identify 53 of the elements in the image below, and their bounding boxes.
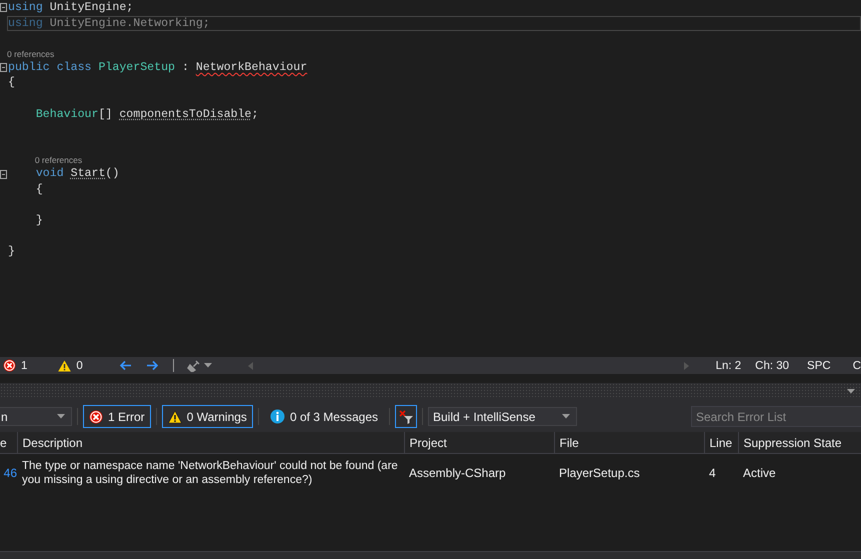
build-source-dropdown[interactable]: Build + IntelliSense — [428, 407, 577, 426]
error-filter-button[interactable]: 1 Error — [83, 405, 151, 428]
filter-toggle-button[interactable] — [395, 405, 417, 428]
back-arrow-icon[interactable] — [118, 360, 132, 371]
column-header[interactable]: Project — [404, 432, 554, 454]
table-cell: Assembly-CSharp — [404, 454, 554, 487]
warning-filter-button[interactable]: 0 Warnings — [162, 405, 253, 428]
collapse-icon[interactable] — [0, 170, 7, 179]
code-line: Behaviour[] componentsToDisable; — [34, 106, 260, 122]
code-line: { — [34, 182, 44, 198]
codelens-link[interactable]: 0 references — [34, 154, 82, 166]
collapse-icon[interactable] — [0, 3, 7, 12]
error-code-link[interactable]: 46 — [0, 454, 17, 487]
warning-count[interactable]: 0 — [76, 360, 83, 372]
code-line: void Start() — [34, 166, 120, 182]
error-icon — [89, 410, 103, 424]
status-item: C — [852, 360, 861, 372]
code-line: public class PlayerSetup : NetworkBehaviour — [7, 60, 308, 76]
dropdown-caret-icon[interactable] — [204, 363, 212, 368]
indent-mode: SPC — [807, 360, 831, 372]
code-line: } — [7, 244, 16, 260]
column-header[interactable]: Line — [704, 432, 738, 454]
dropdown-caret-icon — [562, 414, 570, 419]
dropdown-caret-icon — [57, 414, 65, 419]
column-header[interactable]: File — [554, 432, 704, 454]
table-cell: PlayerSetup.cs — [554, 454, 704, 487]
code-line: using UnityEngine; — [7, 0, 134, 16]
scope-dropdown[interactable]: n — [0, 407, 72, 426]
warning-icon — [168, 410, 182, 424]
line-number: Ln: 2 — [716, 360, 742, 372]
clear-filter-icon — [399, 410, 413, 424]
table-cell: The type or namespace name 'NetworkBehaviour' could not be found (are you missing a using directive or an assembly reference?) — [17, 454, 404, 487]
info-icon — [270, 409, 285, 424]
table-cell: Active — [738, 454, 861, 487]
forward-arrow-icon[interactable] — [146, 360, 159, 371]
column-header[interactable]: Description — [17, 432, 404, 454]
code-line: } — [34, 213, 44, 229]
collapse-icon[interactable] — [0, 63, 7, 72]
dropdown-caret-icon[interactable] — [847, 388, 855, 394]
broom-icon[interactable] — [186, 360, 200, 372]
warning-icon[interactable] — [58, 360, 72, 372]
column-header[interactable]: Suppression State — [738, 432, 861, 454]
dropdown-value: Build + IntelliSense — [432, 410, 536, 424]
column-header[interactable]: e — [0, 432, 17, 454]
table-cell: 4 — [704, 454, 738, 487]
code-line: { — [7, 75, 16, 91]
error-count[interactable]: 1 — [21, 360, 28, 372]
column-number: Ch: 30 — [755, 360, 790, 372]
info-filter-button[interactable]: 0 of 3 Messages — [264, 405, 384, 428]
error-icon[interactable] — [3, 359, 16, 372]
search-field[interactable]: Search Error List — [691, 406, 861, 427]
codelens-link[interactable]: 0 references — [7, 48, 54, 60]
dropdown-value: n — [0, 410, 8, 424]
